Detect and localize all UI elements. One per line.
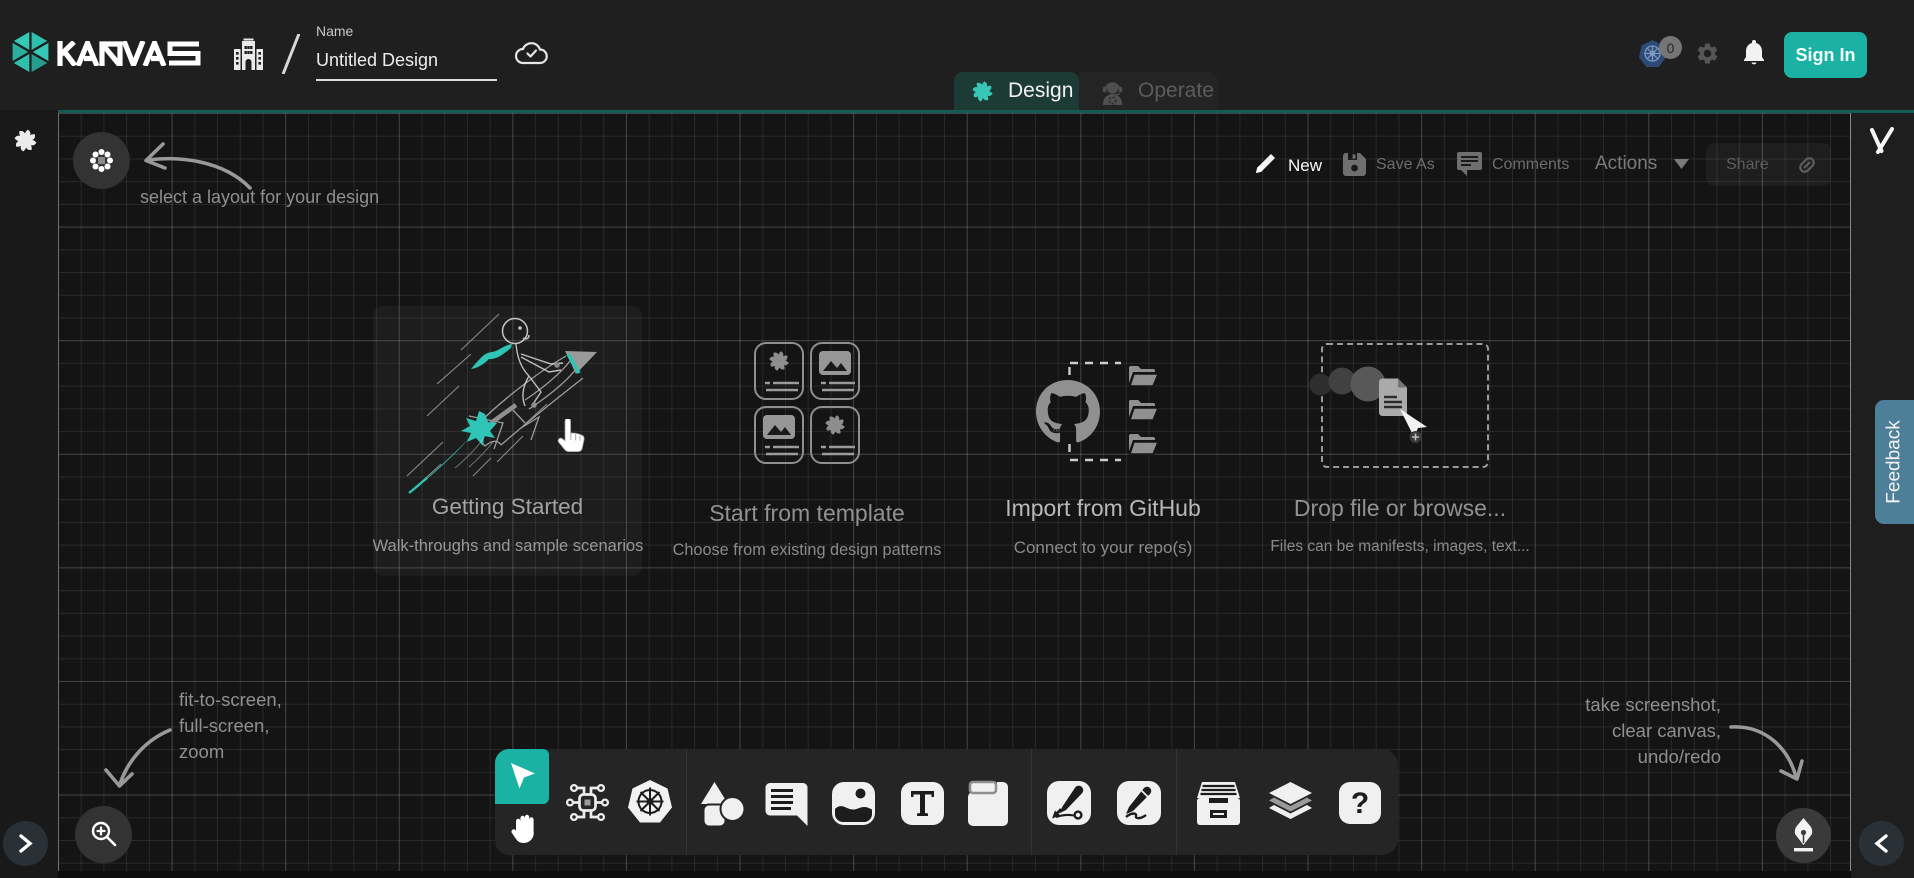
- svg-text:?: ?: [1351, 787, 1369, 820]
